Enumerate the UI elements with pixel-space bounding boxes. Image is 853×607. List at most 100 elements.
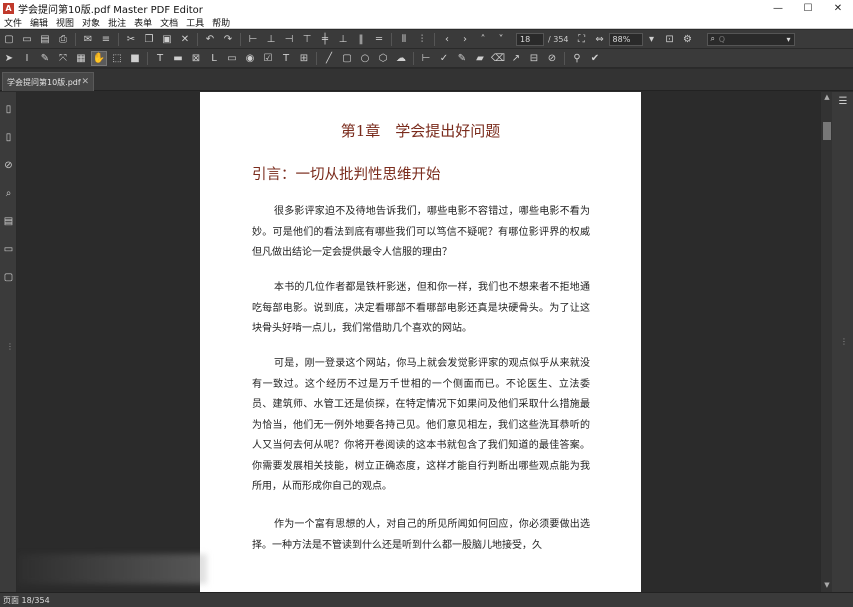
pin-icon[interactable]: ⚲	[569, 51, 585, 66]
arrow-line-icon[interactable]: ↗	[508, 51, 524, 66]
camera-icon[interactable]: ■	[127, 51, 143, 66]
search-box[interactable]: ⌕ ▾	[706, 32, 795, 46]
settings-gear-icon[interactable]: ⚙	[680, 32, 696, 47]
cut-icon[interactable]: ✂	[123, 32, 139, 47]
menu-file[interactable]: 文件	[0, 16, 26, 29]
copy-icon[interactable]: ❐	[141, 32, 157, 47]
check-mark-icon[interactable]: ✓	[436, 51, 452, 66]
note-icon[interactable]: ▬	[170, 51, 186, 66]
document-tab[interactable]: 学会提问第10版.pdf ✕	[2, 72, 94, 91]
redo-icon[interactable]: ↷	[220, 32, 236, 47]
add-text-icon[interactable]: T	[152, 51, 168, 66]
menu-object[interactable]: 对象	[78, 16, 104, 29]
menu-edit[interactable]: 编辑	[26, 16, 52, 29]
scan-icon[interactable]: ≡	[98, 32, 114, 47]
highlighter-icon[interactable]: ▰	[472, 51, 488, 66]
menu-tools[interactable]: 工具	[182, 16, 208, 29]
last-page-icon[interactable]: ˅	[493, 32, 509, 47]
polygon-icon[interactable]: ⬡	[375, 51, 391, 66]
signature-icon[interactable]: ⊞	[296, 51, 312, 66]
menu-document[interactable]: 文档	[156, 16, 182, 29]
edit-text-icon[interactable]: ✎	[37, 51, 53, 66]
signatures-panel-icon[interactable]: ▢	[1, 266, 16, 288]
menu-comment[interactable]: 批注	[104, 16, 130, 29]
fit-page-icon[interactable]: ⛶	[574, 32, 590, 47]
search-panel-icon[interactable]: ⌕	[1, 182, 16, 204]
ellipse-icon[interactable]: ○	[357, 51, 373, 66]
bookmarks-panel-icon[interactable]: ▯	[1, 126, 16, 148]
measure-icon[interactable]: ⊢	[418, 51, 434, 66]
table-icon[interactable]: ▦	[73, 51, 89, 66]
undo-icon[interactable]: ↶	[202, 32, 218, 47]
tab-close-icon[interactable]: ✕	[81, 77, 89, 87]
align-middle-icon[interactable]: ╪	[317, 32, 333, 47]
minimize-button[interactable]: —	[763, 3, 793, 14]
document-canvas[interactable]: 第1章 学会提出好问题 引言：一切从批判性思维开始 很多影评家迫不及待地告诉我们…	[17, 92, 820, 592]
first-page-icon[interactable]: ˄	[475, 32, 491, 47]
distribute-v-icon[interactable]: ═	[371, 32, 387, 47]
line-icon[interactable]: L	[206, 51, 222, 66]
attachments-panel-icon[interactable]: ⊘	[1, 154, 16, 176]
image-icon[interactable]: ▭	[224, 51, 240, 66]
layers-panel-icon[interactable]: ▤	[1, 210, 16, 232]
menu-form[interactable]: 表单	[130, 16, 156, 29]
scroll-up-icon[interactable]: ▲	[822, 93, 832, 103]
draw-line-icon[interactable]: ╱	[321, 51, 337, 66]
distribute-h-icon[interactable]: ‖	[353, 32, 369, 47]
hand-tool-icon[interactable]: ✋	[91, 50, 107, 66]
align-right-icon[interactable]: ⊣	[281, 32, 297, 47]
right-panel-bar: ▲ ▼ ☰ ⋮	[820, 92, 853, 592]
comments-panel-icon[interactable]: ▭	[1, 238, 16, 260]
align-bottom-icon[interactable]: ⊥	[335, 32, 351, 47]
columns-icon[interactable]: ⫴	[396, 32, 412, 47]
open-folder-icon[interactable]: ▭	[19, 32, 35, 47]
fit-width-icon[interactable]: ⇔	[592, 32, 608, 47]
select-arrow-icon[interactable]: ➤	[1, 51, 17, 66]
attach-icon[interactable]: ⊘	[544, 51, 560, 66]
properties-panel-icon[interactable]: ☰	[836, 96, 850, 110]
rectangle-icon[interactable]: ▢	[339, 51, 355, 66]
scrollbar-thumb[interactable]	[823, 122, 831, 140]
page-number-input[interactable]: 18	[516, 32, 544, 46]
align-left-icon[interactable]: ⊢	[245, 32, 261, 47]
scroll-down-icon[interactable]: ▼	[822, 581, 832, 591]
menu-help[interactable]: 帮助	[208, 16, 234, 29]
save-icon[interactable]: ▤	[37, 32, 53, 47]
text-select-icon[interactable]: Ⅰ	[19, 51, 35, 66]
search-input[interactable]	[718, 34, 783, 44]
fit-icon[interactable]: ⫶	[414, 32, 430, 47]
align-top-icon[interactable]: ⊤	[299, 32, 315, 47]
radio-icon[interactable]: ◉	[242, 51, 258, 66]
maximize-button[interactable]: ☐	[793, 3, 823, 14]
prev-page-icon[interactable]: ‹	[439, 32, 455, 47]
paste-icon[interactable]: ▣	[159, 32, 175, 47]
cloud-icon[interactable]: ☁	[393, 51, 409, 66]
search-dropdown-icon[interactable]: ▾	[787, 35, 791, 44]
textfield-icon[interactable]: T	[278, 51, 294, 66]
close-window-button[interactable]: ✕	[823, 3, 853, 14]
right-resize-handle[interactable]: ⋮	[840, 337, 848, 346]
zoom-dropdown-icon[interactable]: ▾	[644, 32, 660, 47]
pencil-icon[interactable]: ✎	[454, 51, 470, 66]
link-icon[interactable]: ⊠	[188, 51, 204, 66]
new-document-icon[interactable]: ▢	[1, 32, 17, 47]
email-icon[interactable]: ✉	[80, 32, 96, 47]
eraser-icon[interactable]: ⌫	[490, 51, 506, 66]
marquee-icon[interactable]: ⬚	[109, 51, 125, 66]
align-center-icon[interactable]: ⊥	[263, 32, 279, 47]
stamp-icon[interactable]: ⊟	[526, 51, 542, 66]
zoom-input[interactable]: 88%	[608, 32, 643, 46]
snapshot-icon[interactable]: ⊡	[662, 32, 678, 47]
pdf-app-icon: A	[3, 2, 14, 14]
pdf-page[interactable]: 第1章 学会提出好问题 引言：一切从批判性思维开始 很多影评家迫不及待地告诉我们…	[200, 92, 641, 592]
vertical-scrollbar[interactable]: ▲ ▼	[820, 92, 832, 592]
pages-panel-icon[interactable]: ▯	[1, 98, 16, 120]
approve-icon[interactable]: ✔	[587, 51, 603, 66]
checkbox-icon[interactable]: ☑	[260, 51, 276, 66]
print-icon[interactable]: ⎙	[55, 32, 71, 47]
panel-resize-handle[interactable]: ⋮	[6, 342, 14, 351]
edit-object-icon[interactable]: ⤧	[55, 51, 71, 66]
menu-view[interactable]: 视图	[52, 16, 78, 29]
next-page-icon[interactable]: ›	[457, 32, 473, 47]
delete-icon[interactable]: ✕	[177, 32, 193, 47]
